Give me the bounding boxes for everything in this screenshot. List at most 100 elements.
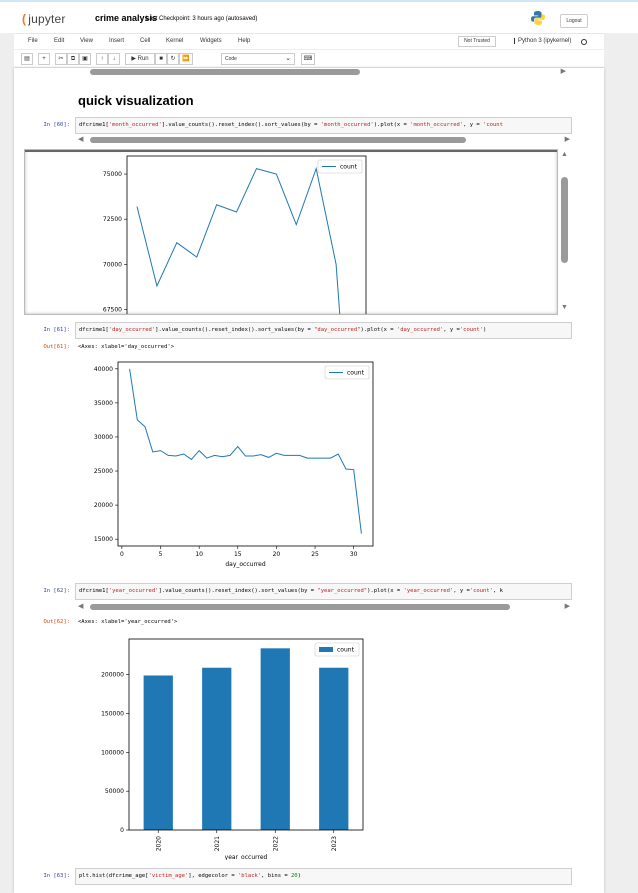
- logo-text: jupyter: [28, 12, 66, 26]
- vscrollbar-thumb[interactable]: [561, 177, 568, 263]
- cell-hscrollbar[interactable]: ◀ ▶: [78, 136, 570, 144]
- x-tick-label: 0: [120, 551, 124, 558]
- code-token: ].value_counts().reset_index().sort_valu…: [161, 122, 321, 128]
- code-token: "day_occurred": [314, 327, 361, 333]
- code-token: plt.hist(dfcrime_age[: [79, 873, 149, 879]
- hscrollbar-thumb[interactable]: [90, 137, 466, 143]
- menu-widgets[interactable]: Widgets: [200, 38, 222, 44]
- y-tick-label: 25000: [94, 468, 113, 475]
- year-bar-chart: 0 50000 100000 150000 200000 2020 2021 2022 2023…: [101, 638, 364, 860]
- code-token: 'count': [469, 588, 493, 594]
- y-tick-label: 30000: [94, 434, 113, 441]
- y-tick-label: 100000: [101, 749, 124, 756]
- y-tick-label: 40000: [94, 366, 113, 373]
- code-token: dfcrime1[: [79, 122, 109, 128]
- code-token: 'month_occurred': [108, 122, 162, 128]
- x-tick-label: 2020: [155, 836, 162, 851]
- code-token: dfcrime1[: [79, 588, 109, 594]
- menu-cell[interactable]: Cell: [140, 38, 150, 44]
- trust-status-button[interactable]: Not Trusted: [458, 36, 496, 47]
- code-token: , y =: [453, 588, 470, 594]
- y-tick-label: 35000: [94, 400, 113, 407]
- scroll-left-icon[interactable]: ◀: [78, 602, 83, 610]
- cell-hscrollbar[interactable]: ◀ ▶: [78, 603, 570, 611]
- scroll-down-icon[interactable]: ▼: [561, 304, 568, 311]
- y-tick-label: 75000: [103, 171, 122, 178]
- code-token: 'month_occurred': [320, 122, 374, 128]
- x-axis-label: year_occurred: [225, 854, 268, 860]
- kernel-name: Python 3 (ipykernel): [514, 38, 571, 44]
- output-selection-bar: [25, 150, 557, 152]
- y-tick-label: 72500: [103, 216, 122, 223]
- x-axis-label: day_occurred: [225, 561, 265, 568]
- keyboard-icon[interactable]: ⌨: [301, 53, 315, 65]
- output-text: <Axes: xlabel='day_occurred'>: [78, 344, 175, 350]
- y-tick-label: 0: [120, 827, 124, 834]
- restart-icon[interactable]: ↻: [167, 53, 179, 65]
- output-vscrollbar[interactable]: ▲ ▼: [560, 151, 570, 311]
- bar-2021: [202, 667, 232, 830]
- x-tick-label: 20: [273, 551, 281, 558]
- bar-2020: [143, 675, 173, 830]
- logout-button[interactable]: Logout: [560, 14, 588, 28]
- save-icon[interactable]: ▤: [21, 53, 33, 65]
- cut-icon[interactable]: ✂: [55, 53, 67, 65]
- code-token: 'day_occurred': [396, 327, 444, 333]
- legend-label: count: [337, 647, 355, 654]
- paste-icon[interactable]: ▣: [79, 53, 91, 65]
- move-up-icon[interactable]: ↑: [96, 53, 108, 65]
- x-tick-label: 30: [350, 551, 358, 558]
- menu-kernel[interactable]: Kernel: [166, 38, 183, 44]
- code-cell-input[interactable]: dfcrime1['year_occurred'].value_counts()…: [75, 583, 572, 600]
- legend-label: count: [347, 370, 365, 377]
- run-button[interactable]: ▶ Run: [125, 53, 155, 65]
- day-line-chart: 15000 20000 25000 30000 35000 40000 0 5 10 15 20 25…: [94, 361, 374, 568]
- x-tick-label: 10: [195, 551, 203, 558]
- series-line-count: [129, 368, 362, 534]
- bar-2022: [260, 648, 290, 830]
- scroll-up-icon[interactable]: ▲: [561, 151, 568, 158]
- notebook-header: (jupyter crime analysis Last Checkpoint:…: [0, 0, 638, 33]
- menu-help[interactable]: Help: [238, 38, 250, 44]
- hscrollbar-thumb[interactable]: [90, 69, 360, 75]
- scroll-right-icon[interactable]: ▶: [561, 68, 566, 75]
- code-cell-input[interactable]: plt.hist(dfcrime_age['victim_age'], edge…: [75, 868, 572, 885]
- code-cell-input[interactable]: dfcrime1['day_occurred'].value_counts().…: [75, 322, 572, 339]
- toolbar: ▤ + ✂ ⧉ ▣ ↑ ↓ ▶ Run ■ ↻ ⏩ Code ⌄ ⌨: [14, 50, 604, 68]
- code-token: ].value_counts().reset_index().sort_valu…: [155, 327, 315, 333]
- copy-icon[interactable]: ⧉: [67, 53, 79, 65]
- insert-cell-icon[interactable]: +: [38, 53, 50, 65]
- menu-view[interactable]: View: [80, 38, 93, 44]
- interrupt-icon[interactable]: ■: [155, 53, 167, 65]
- restart-run-all-icon[interactable]: ⏩: [179, 53, 193, 65]
- notebook-container[interactable]: ▶ quick visualization In [60]: dfcrime1[…: [14, 68, 604, 893]
- menu-file[interactable]: File: [28, 38, 38, 44]
- hscrollbar-thumb[interactable]: [90, 604, 510, 610]
- menu-insert[interactable]: Insert: [109, 38, 124, 44]
- code-token: ).plot(x =: [373, 122, 411, 128]
- markdown-heading: quick visualization: [78, 93, 194, 108]
- menu-edit[interactable]: Edit: [54, 38, 64, 44]
- scroll-right-icon[interactable]: ▶: [565, 602, 570, 610]
- code-token: , y =: [443, 327, 460, 333]
- prev-cell-hscrollbar[interactable]: ▶: [82, 68, 566, 76]
- scroll-left-icon[interactable]: ◀: [78, 135, 83, 143]
- chevron-down-icon: ⌄: [285, 55, 291, 62]
- code-cell-input[interactable]: dfcrime1['month_occurred'].value_counts(…: [75, 117, 572, 134]
- legend-label: count: [340, 164, 358, 171]
- cell-type-select[interactable]: Code ⌄: [221, 53, 295, 65]
- code-token: 'year_occurred': [403, 588, 454, 594]
- move-down-icon[interactable]: ↓: [108, 53, 120, 65]
- code-token: 20: [290, 873, 298, 879]
- month-line-chart: 5750060000625006500067500700007250075000…: [103, 155, 367, 314]
- checkpoint-status: Last Checkpoint: 3 hours ago (autosaved): [146, 16, 258, 22]
- kernel-idle-indicator-icon: [581, 39, 587, 45]
- input-prompt: In [60]:: [43, 122, 71, 128]
- jupyter-logo[interactable]: (jupyter: [22, 12, 66, 26]
- code-token: 'count': [459, 327, 484, 333]
- scroll-right-icon[interactable]: ▶: [565, 135, 570, 143]
- input-prompt: In [62]:: [43, 588, 71, 594]
- y-tick-label: 150000: [101, 711, 124, 718]
- scrolled-output-area[interactable]: 5750060000625006500067500700007250075000…: [24, 149, 558, 315]
- code-token: 'year_occurred': [108, 588, 159, 594]
